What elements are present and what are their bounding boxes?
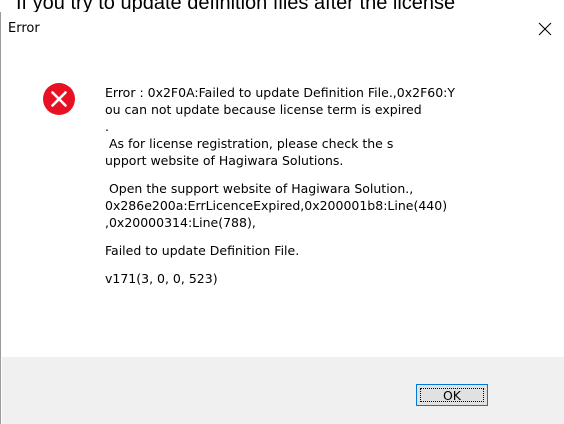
message-line-blank	[105, 259, 555, 270]
message-line: Error : 0x2F0A:Failed to update Definiti…	[105, 85, 456, 100]
message-line: As for license registration, please chec…	[105, 136, 394, 151]
message-line: upport website of Hagiwara Solutions.	[105, 153, 344, 168]
error-icon	[43, 83, 75, 115]
message-line: Open the support website of Hagiwara Sol…	[105, 181, 414, 196]
focus-ring	[420, 388, 484, 402]
button-bar: OK	[2, 357, 564, 424]
title-bar[interactable]: Error	[2, 12, 564, 46]
version-line: v171(3, 0, 0, 523)	[105, 271, 218, 286]
close-button[interactable]	[528, 14, 562, 44]
message-line: Failed to update Definition File.	[105, 243, 300, 258]
message-line: 0x286e200a:ErrLicenceExpired,0x200001b8:…	[105, 198, 448, 213]
window-left-edge	[0, 12, 1, 424]
message-line: .	[105, 119, 109, 134]
close-icon	[538, 22, 552, 36]
message-line: ou can not update because license term i…	[105, 102, 422, 117]
message-line-blank	[105, 169, 555, 180]
dialog-title: Error	[8, 21, 40, 36]
screen: If you try to update definition files af…	[0, 0, 564, 424]
message-line: ,0x20000314:Line(788),	[105, 215, 256, 230]
message-line-blank	[105, 231, 555, 242]
ok-button[interactable]: OK	[416, 384, 488, 406]
error-dialog: Error Error : 0x2F0A:Failed to update De…	[2, 12, 564, 424]
error-message: Error : 0x2F0A:Failed to update Definiti…	[105, 84, 555, 287]
